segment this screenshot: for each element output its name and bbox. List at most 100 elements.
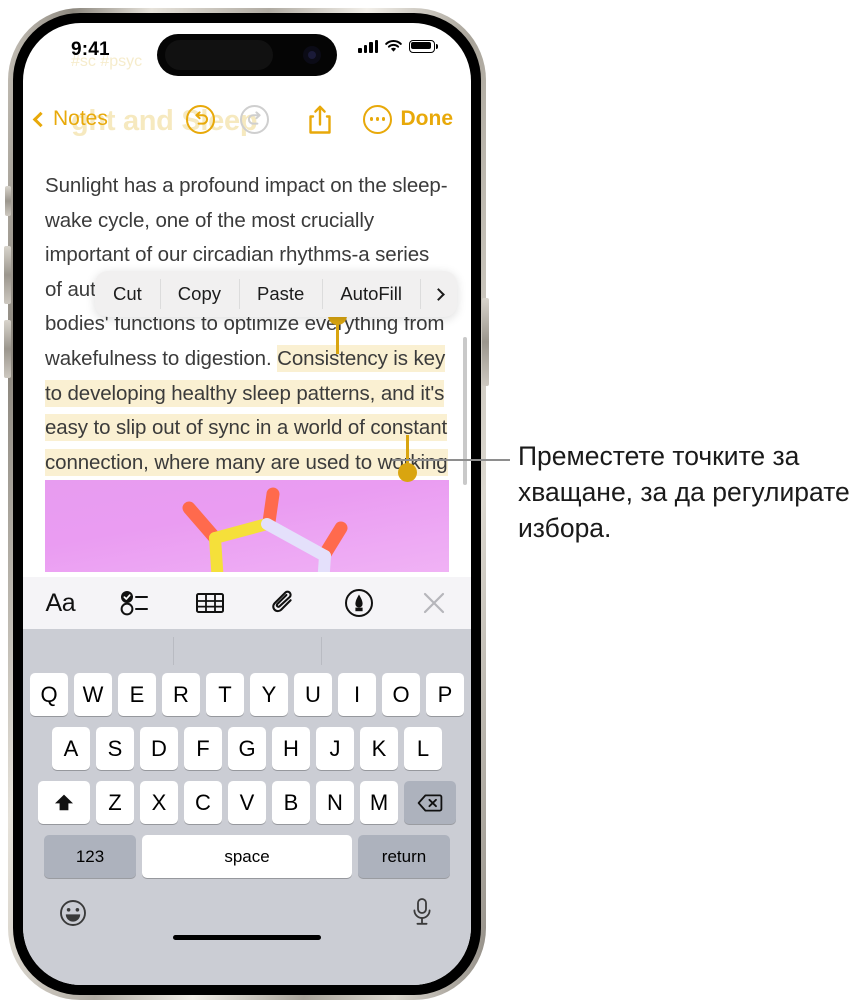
screenshot-root: #sc #psyc ght and Sleep 9:41 Notes Done … [0, 0, 854, 1008]
key-O[interactable]: O [382, 673, 420, 716]
format-aa-label: Aa [45, 588, 76, 617]
key-E[interactable]: E [118, 673, 156, 716]
power-button[interactable] [482, 298, 489, 386]
done-button[interactable]: Done [401, 107, 454, 131]
island-pill [165, 40, 273, 70]
backspace-key[interactable] [404, 781, 456, 824]
key-L[interactable]: L [404, 727, 442, 770]
vertical-scroll-indicator[interactable] [463, 337, 467, 485]
key-N[interactable]: N [316, 781, 354, 824]
key-B[interactable]: B [272, 781, 310, 824]
table-icon [195, 593, 224, 613]
chevron-left-icon [32, 111, 49, 127]
key-J[interactable]: J [316, 727, 354, 770]
on-screen-keyboard[interactable]: Q W E R T Y U I O P A S D F G H J K L Z … [23, 629, 471, 985]
key-Y[interactable]: Y [250, 673, 288, 716]
more-options-button[interactable] [363, 104, 392, 134]
key-I[interactable]: I [338, 673, 376, 716]
copy-menu-item[interactable]: Copy [159, 271, 239, 317]
chevron-right-icon [432, 287, 445, 301]
key-H[interactable]: H [272, 727, 310, 770]
share-button[interactable] [306, 104, 334, 134]
handle-stem [336, 324, 339, 354]
close-x-icon [423, 592, 444, 614]
key-T[interactable]: T [206, 673, 244, 716]
redo-arrow-icon [247, 111, 261, 125]
key-R[interactable]: R [162, 673, 200, 716]
paperclip-icon [272, 590, 292, 613]
emoji-button[interactable] [59, 899, 87, 932]
close-toolbar-button[interactable] [396, 577, 471, 629]
key-Q[interactable]: Q [30, 673, 68, 716]
keyboard-bottom-bar [23, 889, 471, 951]
microphone-icon [413, 898, 431, 925]
key-U[interactable]: U [294, 673, 332, 716]
keyboard-row-2: A S D F G H J K L [23, 727, 471, 770]
handle-knob [397, 463, 417, 482]
keyboard-row-4: 123 space return [23, 835, 471, 878]
markup-pen-circle-icon [345, 589, 374, 617]
undo-button[interactable] [186, 104, 215, 134]
key-G[interactable]: G [228, 727, 266, 770]
paste-menu-item[interactable]: Paste [239, 271, 322, 317]
emoji-smiley-icon [60, 900, 86, 926]
table-button[interactable] [172, 577, 247, 629]
note-content-area[interactable]: Sunlight has a profound impact on the sl… [23, 147, 471, 577]
redo-button[interactable] [240, 104, 269, 134]
silent-switch[interactable] [5, 186, 11, 216]
key-S[interactable]: S [96, 727, 134, 770]
volume-up-button[interactable] [4, 246, 11, 304]
battery-full-icon [409, 39, 438, 53]
cellular-bars-icon [358, 39, 378, 53]
checklist-button[interactable] [98, 577, 173, 629]
status-time: 9:41 [71, 39, 110, 60]
attach-button[interactable] [247, 577, 322, 629]
markup-button[interactable] [322, 577, 397, 629]
dynamic-island [157, 34, 337, 76]
molecule-image[interactable] [45, 480, 449, 572]
status-indicators [358, 39, 438, 53]
front-camera-icon [303, 46, 321, 64]
key-W[interactable]: W [74, 673, 112, 716]
volume-down-button[interactable] [4, 320, 11, 378]
note-editor-toolbar[interactable]: Aa [23, 577, 471, 629]
predictive-text-bar[interactable] [23, 629, 471, 673]
back-to-notes-button[interactable]: Notes [32, 107, 108, 131]
key-A[interactable]: A [52, 727, 90, 770]
home-indicator[interactable] [173, 934, 321, 940]
backspace-delete-icon [417, 794, 443, 811]
keyboard-row-1: Q W E R T Y U I O P [23, 673, 471, 716]
key-P[interactable]: P [426, 673, 464, 716]
iphone-screen: #sc #psyc ght and Sleep 9:41 Notes Done … [23, 23, 471, 985]
key-Z[interactable]: Z [96, 781, 134, 824]
key-C[interactable]: C [184, 781, 222, 824]
shift-key[interactable] [38, 781, 90, 824]
keyboard-row-3: Z X C V B N M [23, 781, 471, 824]
key-V[interactable]: V [228, 781, 266, 824]
note-paragraph[interactable]: Sunlight has a profound impact on the sl… [45, 169, 449, 515]
predictive-divider [321, 637, 322, 665]
key-D[interactable]: D [140, 727, 178, 770]
navigation-bar: Notes Done [23, 91, 471, 147]
callout-leader-line [392, 459, 510, 461]
undo-arrow-icon [194, 111, 208, 125]
back-label: Notes [53, 107, 108, 130]
share-square-up-arrow-icon [309, 105, 331, 134]
key-K[interactable]: K [360, 727, 398, 770]
key-M[interactable]: M [360, 781, 398, 824]
numbers-key[interactable]: 123 [44, 835, 136, 878]
callout-label: Преместете точките за хващане, за да рег… [518, 441, 850, 543]
key-X[interactable]: X [140, 781, 178, 824]
format-aa-button[interactable]: Aa [23, 577, 98, 629]
dictation-button[interactable] [411, 897, 433, 932]
return-key[interactable]: return [358, 835, 450, 878]
shift-arrow-up-icon [55, 794, 73, 810]
autofill-menu-item[interactable]: AutoFill [322, 271, 420, 317]
predictive-divider [173, 637, 174, 665]
status-bar: 9:41 [23, 23, 471, 77]
more-menu-items-button[interactable] [420, 271, 457, 317]
space-key[interactable]: space [142, 835, 352, 878]
key-F[interactable]: F [184, 727, 222, 770]
text-selection-context-menu[interactable]: Cut Copy Paste AutoFill [95, 271, 458, 317]
cut-menu-item[interactable]: Cut [95, 271, 160, 317]
